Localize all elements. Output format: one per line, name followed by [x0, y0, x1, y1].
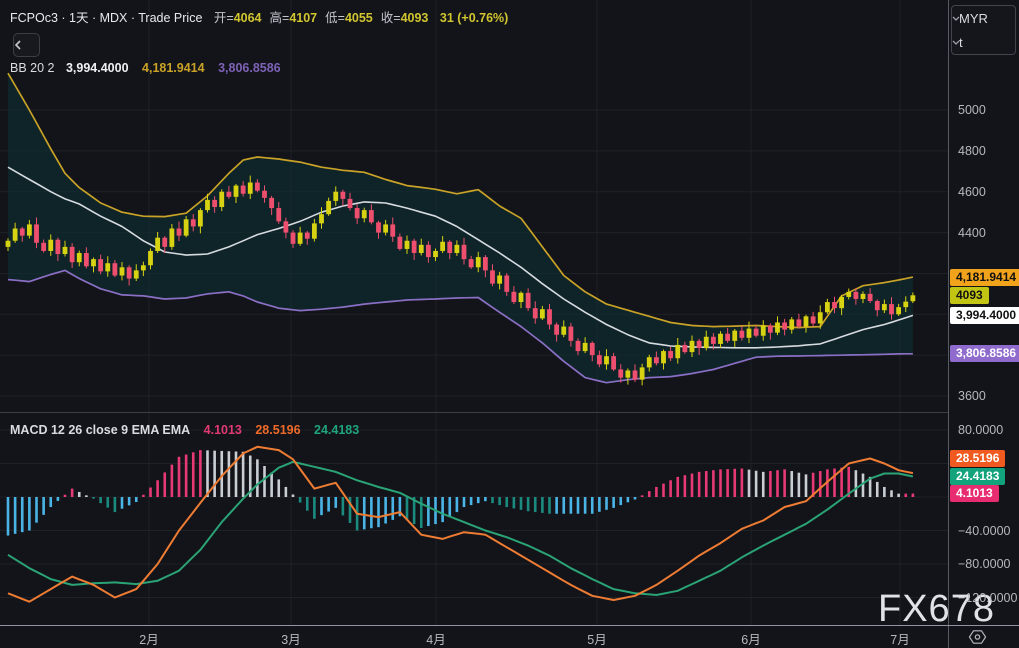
bb-legend[interactable]: BB 20 2 3,994.4000 4,181.9414 3,806.8586: [10, 61, 281, 75]
time-axis-divider: [0, 625, 1019, 626]
chevron-left-icon: [14, 40, 22, 50]
bb-label: BB 20 2: [10, 61, 54, 75]
axis-tick-label: −80.0000: [958, 556, 1010, 572]
macd-value-badge: 28.5196: [950, 450, 1005, 467]
ohlc-values: 开=4064 高=4107 低=4055 收=4093: [206, 11, 429, 25]
ohlc-value: 4055: [345, 11, 373, 25]
ohlc-value: 4107: [289, 11, 317, 25]
month-label: 3月: [269, 629, 313, 648]
month-label: 5月: [575, 629, 619, 648]
month-label: 4月: [414, 629, 458, 648]
ohlc-label: 低=: [325, 11, 345, 25]
axis-tick-label: −40.0000: [958, 523, 1010, 539]
month-label: 2月: [127, 629, 171, 648]
axis-tick-label: −120.0000: [958, 590, 1017, 606]
ohlc-value: 4093: [401, 11, 429, 25]
macd-signal-value: 24.4183: [314, 423, 359, 437]
bb-basis-value: 3,994.4000: [66, 61, 129, 75]
ohlc-label: 开=: [214, 11, 234, 25]
hist-value-badge: 4.1013: [950, 485, 999, 502]
chevron-down-icon: [952, 16, 960, 21]
bb-lower-value: 3,806.8586: [218, 61, 281, 75]
last-price-badge: 4093: [950, 287, 989, 304]
axis-tick-label: 4400: [958, 225, 986, 241]
axis-tick-label: 4800: [958, 143, 986, 159]
axis-tick-label: 80.0000: [958, 422, 1003, 438]
unit-dropdown[interactable]: t: [952, 30, 1015, 54]
axis-tick-label: 3600: [958, 388, 986, 404]
pane-divider[interactable]: [0, 412, 948, 413]
bb-lower-badge: 3,806.8586: [950, 345, 1019, 362]
month-label: 6月: [729, 629, 773, 648]
change-value: 31 (+0.76%): [440, 11, 508, 25]
currency-value: MYR: [959, 11, 988, 26]
macd-hist-value: 4.1013: [204, 423, 242, 437]
hexagon-settings-icon: [968, 628, 987, 646]
currency-unit-selector: MYR t: [951, 5, 1016, 55]
axis-settings-button[interactable]: [968, 627, 1000, 647]
signal-value-badge: 24.4183: [950, 468, 1005, 485]
axis-tick-label: 5000: [958, 102, 986, 118]
chevron-down-icon: [952, 40, 960, 45]
axis-tick-label: 4600: [958, 184, 986, 200]
macd-label: MACD 12 26 close 9 EMA EMA: [10, 423, 190, 437]
macd-line-value: 28.5196: [255, 423, 300, 437]
ohlc-label: 收=: [381, 11, 401, 25]
month-label: 7月: [878, 629, 922, 648]
currency-dropdown[interactable]: MYR: [952, 6, 1015, 30]
macd-line: [8, 447, 913, 602]
bb-basis-badge: 3,994.4000: [950, 307, 1019, 324]
macd-chart-canvas[interactable]: [0, 412, 948, 625]
ohlc-label: 高=: [270, 11, 290, 25]
bb-upper-value: 4,181.9414: [142, 61, 205, 75]
time-axis[interactable]: 2月 3月 4月 5月 6月 7月: [0, 626, 1019, 648]
trading-chart-app: FCPOc3 · 1天 · MDX · Trade Price 开=4064 高=…: [0, 0, 1019, 648]
bb-upper-badge: 4,181.9414: [950, 269, 1019, 286]
ohlc-value: 4064: [234, 11, 262, 25]
price-axis[interactable]: 5000 4800 4600 4400 3600 80.0000 −40.0000 −80.0…: [949, 0, 1019, 625]
macd-grid: [0, 412, 948, 625]
macd-histogram: [7, 450, 914, 535]
back-button[interactable]: [13, 33, 40, 57]
symbol-title[interactable]: FCPOc3 · 1天 · MDX · Trade Price: [10, 11, 202, 25]
